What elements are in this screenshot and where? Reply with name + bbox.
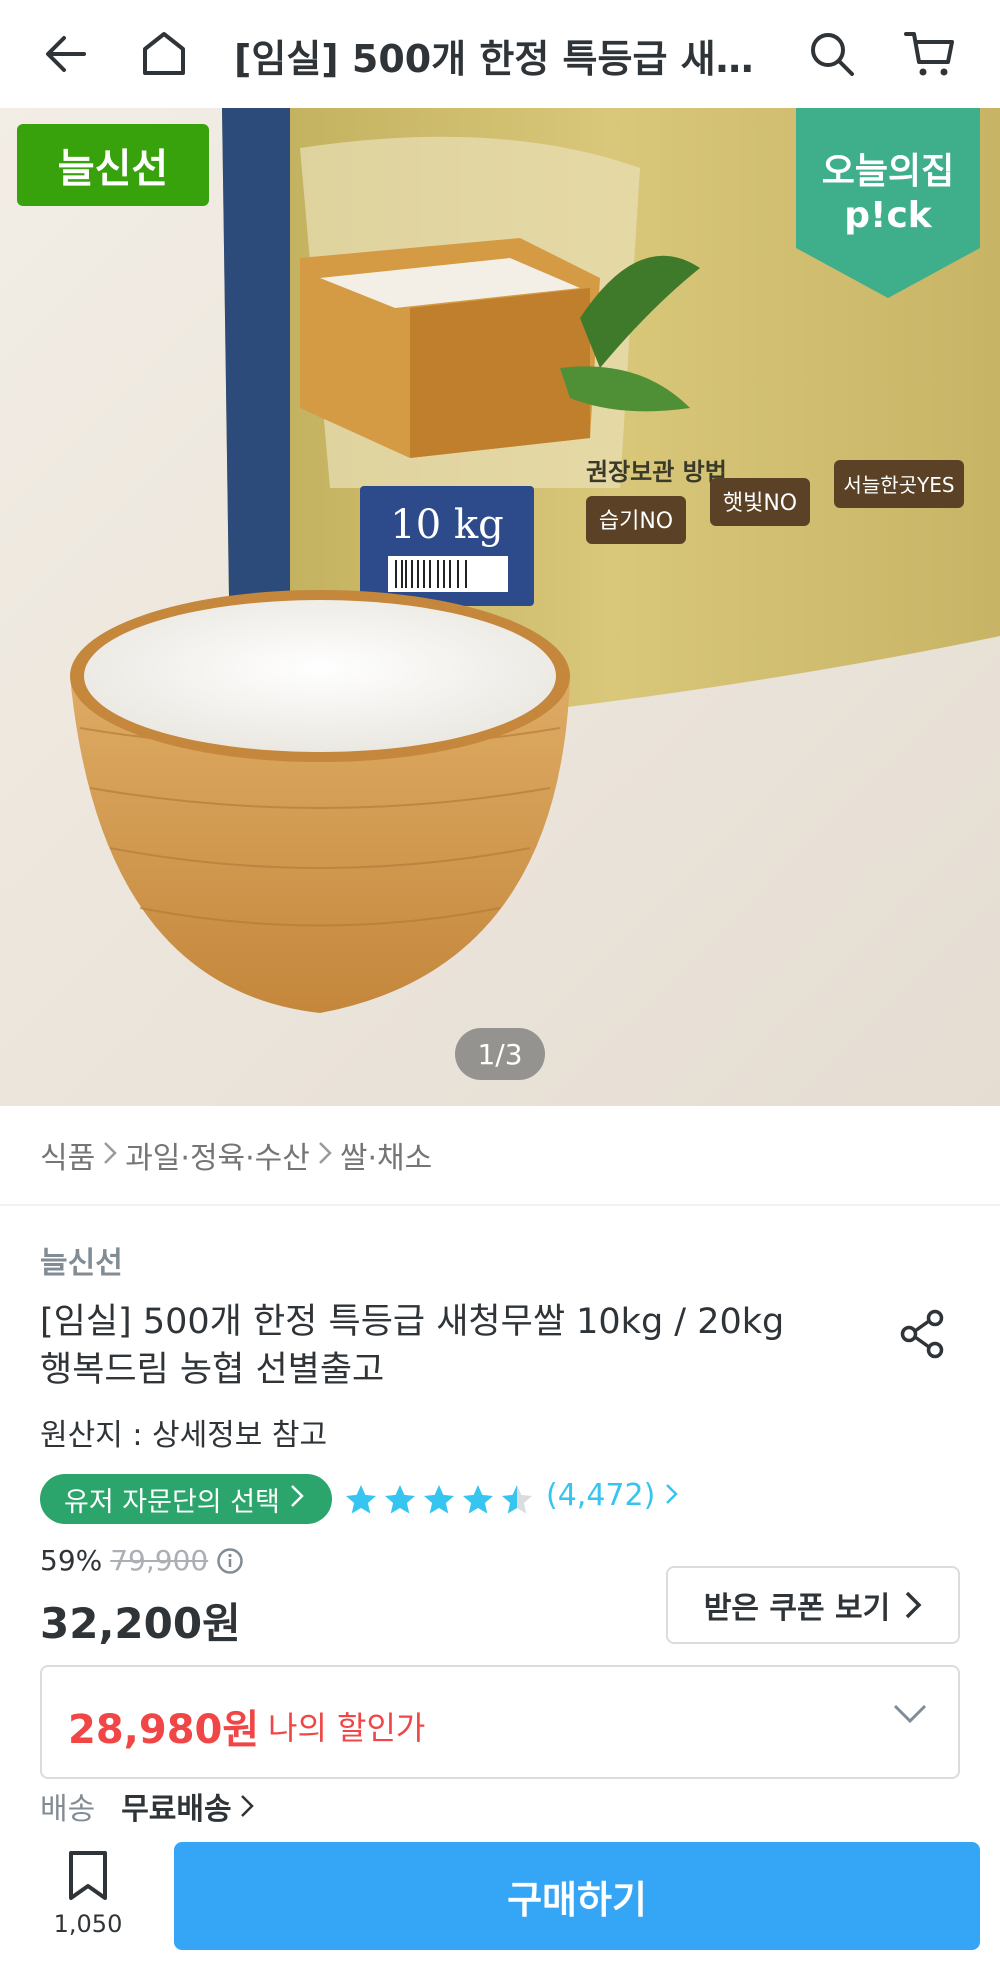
- breadcrumb: 식품 과일·정육·수산 쌀·채소: [40, 1133, 432, 1177]
- origin-info: 원산지 : 상세정보 참고: [40, 1418, 328, 1453]
- my-discount-price-panel[interactable]: 28,980원 나의 할인가: [40, 1665, 960, 1779]
- brand-name[interactable]: 늘신선: [40, 1238, 123, 1282]
- chevron-right-icon: [906, 1591, 922, 1619]
- star-icon: [424, 1485, 454, 1514]
- info-icon[interactable]: [216, 1547, 244, 1575]
- page-title: [임실] 500개 한정 특등급 새…: [234, 37, 754, 81]
- product-title-line1: [임실] 500개 한정 특등급 새청무쌀 10kg / 20kg: [40, 1302, 785, 1342]
- bookmark-button[interactable]: 1,050: [40, 1850, 136, 1938]
- sale-price: 32,200원: [40, 1599, 241, 1648]
- star-icon: [463, 1485, 493, 1514]
- star-icon: [385, 1485, 415, 1514]
- search-icon[interactable]: [802, 24, 862, 84]
- coupon-button-label: 받은 쿠폰 보기: [703, 1591, 891, 1626]
- bottom-action-bar: 1,050 구매하기: [0, 1832, 1000, 1964]
- pick-badge-line2: p!ck: [844, 195, 932, 236]
- user-pick-badge[interactable]: 유저 자문단의 선택: [40, 1474, 332, 1524]
- share-icon[interactable]: [895, 1306, 951, 1362]
- my-discount-label: 나의 할인가: [268, 1709, 426, 1747]
- back-arrow-icon[interactable]: [36, 24, 96, 84]
- original-price: 79,900: [110, 1544, 209, 1577]
- top-app-bar: [임실] 500개 한정 특등급 새…: [0, 0, 1000, 108]
- star-icon: [346, 1485, 376, 1514]
- chevron-right-icon: [240, 1795, 254, 1817]
- breadcrumb-item-3[interactable]: 쌀·채소: [340, 1133, 432, 1177]
- shipping-value: 무료배송: [121, 1792, 232, 1827]
- shipping-label: 배송: [40, 1792, 96, 1827]
- breadcrumb-item-2[interactable]: 과일·정육·수산: [125, 1133, 310, 1177]
- buy-button[interactable]: 구매하기: [174, 1842, 980, 1950]
- image-pager: 1/3: [455, 1028, 545, 1080]
- chevron-right-icon: [103, 1138, 117, 1173]
- user-pick-label: 유저 자문단의 선택: [64, 1486, 280, 1518]
- view-coupon-button[interactable]: 받은 쿠폰 보기: [666, 1566, 960, 1644]
- svg-text:서늘한곳YES: 서늘한곳YES: [843, 473, 954, 497]
- svg-text:습기NO: 습기NO: [599, 509, 673, 534]
- chevron-down-icon: [893, 1704, 927, 1724]
- discount-rate: 59%: [40, 1544, 103, 1577]
- rating-stars[interactable]: [342, 1475, 536, 1525]
- cart-icon[interactable]: [900, 24, 960, 84]
- bag-weight-label: 10 kg: [390, 502, 503, 548]
- chevron-right-icon: [290, 1484, 304, 1515]
- bookmark-icon: [69, 1851, 107, 1900]
- my-discount-price: 28,980원: [68, 1707, 260, 1753]
- product-title-line2: 행복드림 농협 선별출고: [40, 1350, 385, 1390]
- chevron-right-icon: [318, 1138, 332, 1173]
- discount-row: 59% 79,900: [40, 1544, 244, 1577]
- pick-badge: 오늘의집 p!ck: [796, 150, 980, 238]
- half-star-icon: [502, 1485, 532, 1514]
- breadcrumb-item-1[interactable]: 식품: [40, 1133, 95, 1177]
- shipping-row[interactable]: 배송 무료배송: [40, 1784, 254, 1828]
- review-count-link[interactable]: (4,472): [546, 1478, 679, 1513]
- home-icon[interactable]: [134, 24, 194, 84]
- bookmark-count: 1,050: [53, 1910, 123, 1938]
- product-title: [임실] 500개 한정 특등급 새청무쌀 10kg / 20kg 행복드림 농…: [40, 1298, 870, 1394]
- review-count: (4,472): [546, 1478, 656, 1513]
- chevron-right-icon: [665, 1484, 678, 1504]
- fresh-badge: 늘신선: [17, 124, 209, 206]
- section-divider: [0, 1204, 1000, 1206]
- svg-text:햇빛NO: 햇빛NO: [723, 491, 797, 516]
- product-image-carousel[interactable]: 10 kg 권장보관 방법 습기NO 햇빛NO 서늘한곳YES 늘신선 오늘의집…: [0, 108, 1000, 1106]
- pick-badge-line1: 오늘의집: [821, 151, 955, 192]
- svg-text:권장보관 방법: 권장보관 방법: [586, 458, 727, 486]
